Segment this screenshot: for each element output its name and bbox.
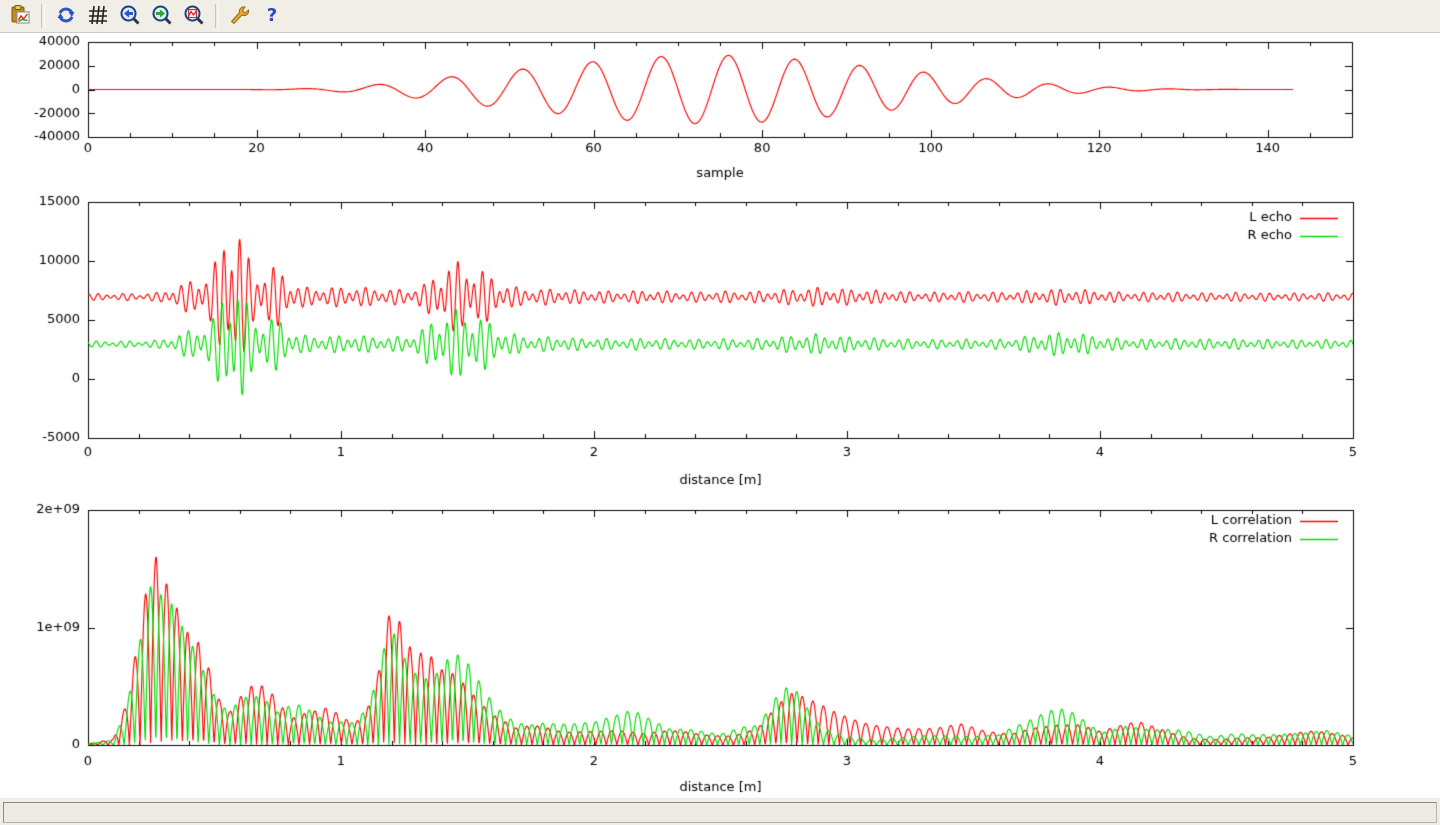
copy-to-clipboard-button[interactable] xyxy=(5,2,35,30)
zoom-next-icon xyxy=(151,4,173,29)
replot-button[interactable] xyxy=(51,2,81,30)
configure-button[interactable] xyxy=(225,2,255,30)
plot-surface xyxy=(0,33,1440,798)
toolbar-separator xyxy=(41,4,45,28)
echo-plot-canvas[interactable] xyxy=(0,185,1440,488)
zoom-autoscale-icon xyxy=(183,4,205,29)
grid-icon xyxy=(87,4,109,29)
clipboard-chart-icon xyxy=(9,4,31,29)
zoom-previous-icon xyxy=(119,4,141,29)
toolbar: ? xyxy=(0,0,1440,33)
status-message-area xyxy=(3,802,1437,823)
status-bar xyxy=(0,798,1440,825)
refresh-replot-icon xyxy=(55,4,77,29)
help-question-icon: ? xyxy=(261,4,283,29)
gnuplot-window: ? xyxy=(0,0,1440,825)
toolbar-separator xyxy=(215,4,219,28)
autoscale-button[interactable] xyxy=(179,2,209,30)
next-zoom-button[interactable] xyxy=(147,2,177,30)
svg-text:?: ? xyxy=(267,5,277,26)
chirp-plot-canvas[interactable] xyxy=(0,33,1440,185)
help-button[interactable]: ? xyxy=(257,2,287,30)
correlation-plot-canvas[interactable] xyxy=(0,488,1440,798)
wrench-configure-icon xyxy=(229,4,251,29)
toggle-grid-button[interactable] xyxy=(83,2,113,30)
previous-zoom-button[interactable] xyxy=(115,2,145,30)
